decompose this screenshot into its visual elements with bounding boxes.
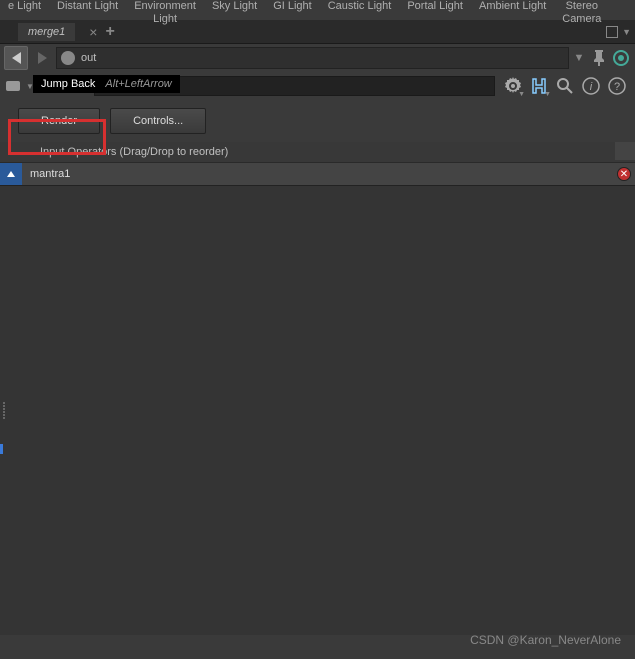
back-button[interactable] (4, 46, 28, 70)
svg-text:?: ? (614, 81, 620, 93)
up-arrow-icon[interactable] (0, 163, 22, 185)
pane-menu-dropdown[interactable]: ▼ (622, 27, 631, 37)
node-type-icon (4, 79, 22, 93)
pin-icon[interactable] (589, 48, 609, 68)
shelf-toolbar: e Light Distant Light EnvironmentLight S… (0, 0, 635, 20)
path-text: out (81, 52, 96, 64)
shelf-item[interactable]: Portal Light (399, 0, 471, 13)
houdini-h-icon[interactable]: ▼ (529, 76, 549, 96)
close-icon: ✕ (617, 167, 631, 181)
tab-close-icon[interactable]: × (89, 24, 97, 40)
content-area (0, 185, 635, 635)
shelf-item[interactable]: EnvironmentLight (126, 0, 204, 26)
controls-button[interactable]: Controls... (110, 108, 206, 134)
tooltip: Jump Back Alt+LeftArrow (33, 75, 180, 93)
shelf-item[interactable]: Caustic Light (320, 0, 400, 13)
tab-bar: merge1 × + ▼ (0, 20, 635, 44)
path-field[interactable]: out (56, 47, 569, 69)
tab-add-icon[interactable]: + (105, 23, 114, 41)
side-indicator (0, 444, 3, 454)
resize-handle[interactable] (3, 380, 9, 440)
pane-layout-icon[interactable] (606, 26, 618, 38)
tooltip-label: Jump Back (41, 78, 95, 90)
tooltip-shortcut: Alt+LeftArrow (105, 78, 171, 90)
delete-button[interactable]: ✕ (613, 163, 635, 185)
shelf-item[interactable]: Ambient Light (471, 0, 554, 13)
list-header: Input Operators (Drag/Drop to reorder) (0, 142, 635, 163)
context-icon (61, 51, 75, 65)
svg-text:i: i (590, 81, 593, 93)
gear-icon[interactable]: ▼ (503, 76, 523, 96)
info-icon[interactable]: i (581, 76, 601, 96)
shelf-item[interactable]: GI Light (265, 0, 320, 13)
shelf-item[interactable]: StereoCamera (554, 0, 609, 26)
shelf-item[interactable]: Sky Light (204, 0, 265, 13)
list-item[interactable]: mantra1 ✕ (0, 163, 635, 185)
button-row: Render Controls... (0, 100, 635, 142)
watermark: CSDN @Karon_NeverAlone (470, 633, 621, 647)
shelf-item[interactable]: e Light (0, 0, 49, 13)
tab-merge1[interactable]: merge1 (18, 23, 75, 41)
forward-button[interactable] (30, 46, 54, 70)
help-icon[interactable]: ? (607, 76, 627, 96)
operator-list: Input Operators (Drag/Drop to reorder) m… (0, 142, 635, 185)
search-icon[interactable] (555, 76, 575, 96)
shelf-item[interactable]: Distant Light (49, 0, 126, 13)
path-dropdown[interactable]: ▼ (571, 52, 587, 64)
list-header-scroll[interactable] (615, 142, 635, 160)
list-item-label: mantra1 (22, 168, 613, 180)
render-button[interactable]: Render (18, 108, 100, 134)
target-icon[interactable] (611, 48, 631, 68)
navigation-bar: out ▼ (0, 44, 635, 72)
